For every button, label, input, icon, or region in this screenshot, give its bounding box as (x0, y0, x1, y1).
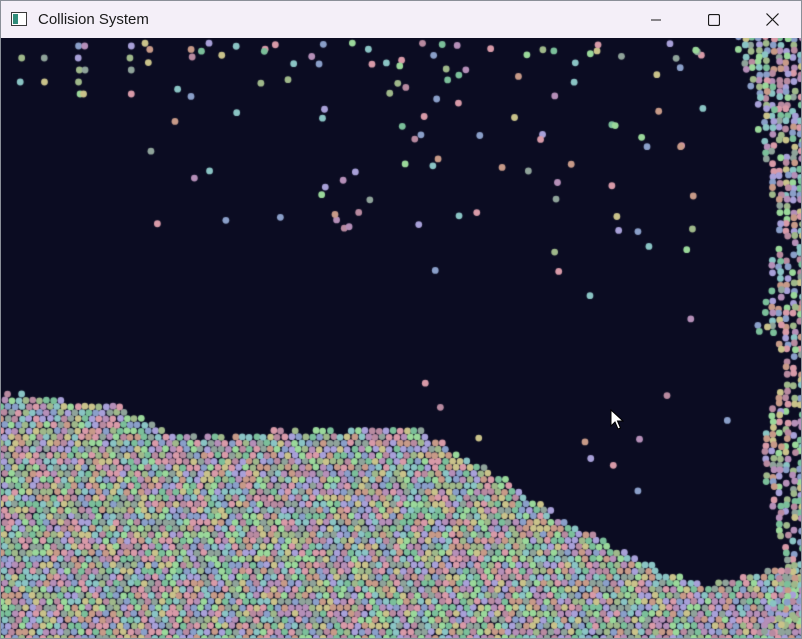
mouse-cursor-icon (610, 409, 624, 430)
title-bar[interactable]: Collision System (1, 1, 801, 38)
app-window: Collision System (0, 0, 802, 639)
window-title: Collision System (38, 11, 149, 28)
simulation-viewport[interactable] (1, 38, 801, 638)
close-button[interactable] (743, 1, 801, 38)
close-icon (765, 13, 779, 26)
app-window-icon (11, 12, 27, 26)
minimize-button[interactable] (627, 1, 685, 38)
minimize-icon (651, 19, 661, 20)
maximize-icon (708, 13, 720, 26)
particle-canvas[interactable] (1, 38, 801, 638)
maximize-button[interactable] (685, 1, 743, 38)
